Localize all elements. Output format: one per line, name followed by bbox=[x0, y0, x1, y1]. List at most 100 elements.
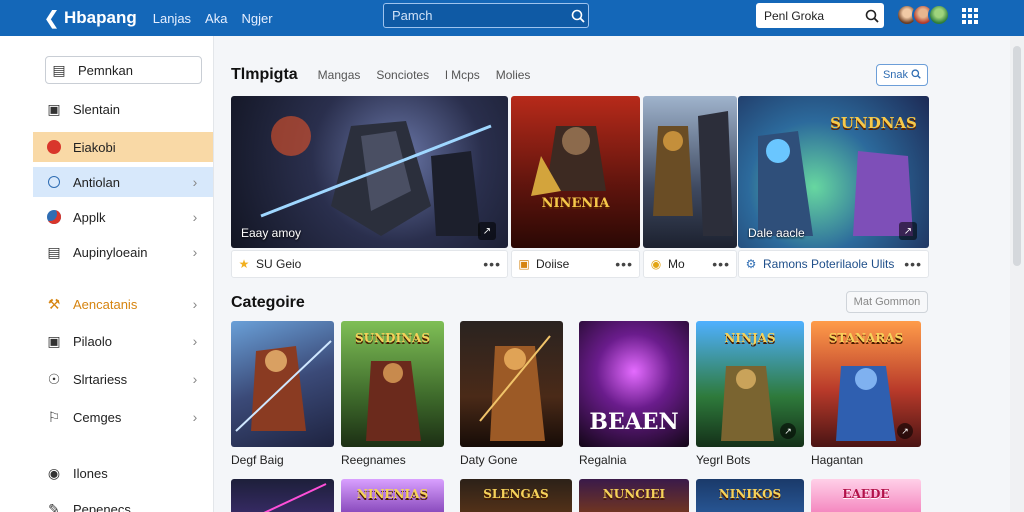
featured-card[interactable]: NINENIA bbox=[511, 96, 640, 248]
nav-link[interactable]: Lanjas bbox=[153, 11, 191, 26]
scrollbar-thumb[interactable] bbox=[1013, 46, 1021, 266]
category-card[interactable]: NUNCIEI bbox=[579, 479, 689, 512]
featured-card[interactable]: Eaay amoy ↗ bbox=[231, 96, 508, 248]
category-title: BEAEN bbox=[589, 409, 679, 435]
search-chip-button[interactable]: Snak bbox=[876, 64, 928, 86]
sidebar-item-label: Slentain bbox=[73, 101, 120, 117]
brand[interactable]: ❮ Hbapang bbox=[44, 8, 137, 29]
avatar-group[interactable] bbox=[896, 4, 950, 26]
category-card[interactable]: EAEDE bbox=[811, 479, 921, 512]
featured-card[interactable]: SUNDNAS Dale aacle ↗ bbox=[738, 96, 929, 248]
search-input[interactable] bbox=[384, 4, 568, 27]
tab-active[interactable]: Tlmpigta bbox=[231, 66, 298, 84]
category-artwork-icon bbox=[235, 340, 332, 432]
sidebar-item-label: Eiakobi bbox=[73, 139, 116, 155]
search-icon[interactable] bbox=[860, 9, 884, 23]
category-card[interactable] bbox=[231, 321, 334, 447]
sidebar-item-active[interactable]: Eiakobi bbox=[33, 132, 213, 162]
sidebar-item[interactable]: ✎ Pepenecs bbox=[33, 494, 213, 512]
radio-icon: ☉ bbox=[47, 370, 61, 387]
scrollbar[interactable] bbox=[1010, 36, 1024, 512]
apps-grid-icon[interactable] bbox=[962, 8, 978, 24]
expand-icon[interactable]: ↗ bbox=[897, 423, 913, 439]
sidebar-item[interactable]: ▣ Slentain bbox=[33, 94, 213, 124]
featured-caption: Dale aacle bbox=[748, 226, 805, 240]
category-card[interactable]: NINENIAS bbox=[341, 479, 444, 512]
category-label: Reegnames bbox=[341, 453, 406, 467]
tab[interactable]: Molies bbox=[496, 68, 531, 82]
category-title: NINIKOS bbox=[718, 487, 782, 501]
sidebar-item-label: Cemges bbox=[73, 409, 122, 425]
featured-info-row[interactable]: ⚙ Ramons Poterilaole Ulits ••• bbox=[738, 250, 929, 278]
category-title: SLENGAS bbox=[483, 487, 549, 501]
menu-box-icon: ▤ bbox=[52, 61, 66, 78]
sidebar-item[interactable]: ⚐ Cemges › bbox=[33, 402, 213, 432]
avatar[interactable] bbox=[928, 4, 950, 26]
gear-icon: ⚙ bbox=[745, 257, 757, 271]
expand-icon[interactable]: ↗ bbox=[780, 423, 796, 439]
tab[interactable]: Mangas bbox=[318, 68, 361, 82]
more-options-icon[interactable]: ••• bbox=[615, 256, 633, 272]
sidebar: ▤ Pemnkan ▣ Slentain Eiakobi Antiolan › … bbox=[0, 36, 214, 512]
featured-info-label: Ramons Poterilaole Ulits bbox=[763, 257, 895, 271]
category-card[interactable]: BEAEN bbox=[579, 321, 689, 447]
more-button[interactable]: Mat Gommon bbox=[846, 291, 928, 313]
category-label: Hagantan bbox=[811, 453, 864, 467]
sidebar-item[interactable]: ▤ Pemnkan bbox=[45, 56, 202, 84]
category-card[interactable] bbox=[460, 321, 563, 447]
nav-link[interactable]: Ngjer bbox=[241, 11, 272, 26]
category-label: Daty Gone bbox=[460, 453, 518, 467]
expand-icon[interactable]: ↗ bbox=[478, 222, 496, 240]
featured-info-row[interactable]: ◉ Mo ••• bbox=[643, 250, 737, 278]
chevron-right-icon: › bbox=[192, 296, 198, 312]
chevron-right-icon: › bbox=[192, 371, 198, 387]
more-options-icon[interactable]: ••• bbox=[483, 256, 501, 272]
sidebar-item-label: Ilones bbox=[73, 465, 108, 481]
featured-info-row[interactable]: ▣ Doiise ••• bbox=[511, 250, 640, 278]
coin-icon: ◉ bbox=[650, 257, 662, 271]
pen-icon: ✎ bbox=[48, 500, 60, 512]
sidebar-item[interactable]: ▣ Pilaolo › bbox=[33, 326, 213, 356]
chevron-right-icon: › bbox=[192, 244, 198, 260]
sidebar-item[interactable]: Applk › bbox=[33, 202, 213, 232]
category-title: NINENIAS bbox=[356, 487, 429, 501]
sidebar-item-selected[interactable]: Antiolan › bbox=[33, 167, 213, 197]
section-title: Categoire bbox=[231, 294, 305, 311]
category-card[interactable]: SUNDINAS bbox=[341, 321, 444, 447]
expand-icon[interactable]: ↗ bbox=[899, 222, 917, 240]
nav-links: Lanjas Aka Ngjer bbox=[153, 11, 273, 26]
category-card[interactable]: SLENGAS bbox=[460, 479, 572, 512]
category-card[interactable]: NINIKOS bbox=[696, 479, 804, 512]
chevron-right-icon: › bbox=[192, 409, 198, 425]
nav-link[interactable]: Aka bbox=[205, 11, 227, 26]
more-options-icon[interactable]: ••• bbox=[904, 256, 922, 272]
sidebar-item-label: Slrtariess bbox=[73, 371, 128, 387]
sidebar-item[interactable]: ◉ Ilones bbox=[33, 458, 213, 488]
category-artwork-icon bbox=[366, 361, 421, 441]
featured-info-label: Mo bbox=[668, 257, 685, 271]
category-card[interactable]: STANARAS ↗ bbox=[811, 321, 921, 447]
featured-info-row[interactable]: ★ SU Geio ••• bbox=[231, 250, 508, 278]
category-artwork-icon bbox=[263, 483, 327, 512]
tab[interactable]: l Mcps bbox=[445, 68, 480, 82]
tab[interactable]: Sonciotes bbox=[376, 68, 429, 82]
more-options-icon[interactable]: ••• bbox=[712, 256, 730, 272]
sidebar-item[interactable]: ⚒ Aencatanis › bbox=[33, 289, 213, 319]
category-title: NUNCIEI bbox=[602, 487, 666, 501]
sidebar-item[interactable]: ☉ Slrtariess › bbox=[33, 364, 213, 394]
search-icon[interactable] bbox=[568, 9, 588, 23]
user-search-text: Penl Groka bbox=[764, 8, 825, 23]
sidebar-item[interactable]: ▤ Aupinyloeain › bbox=[33, 237, 213, 267]
category-card[interactable] bbox=[231, 479, 334, 512]
game-icon bbox=[45, 138, 63, 156]
window-icon: ▤ bbox=[47, 243, 61, 260]
user-search-box[interactable]: Penl Groka bbox=[756, 3, 884, 28]
back-chevron-icon[interactable]: ❮ bbox=[44, 8, 62, 29]
category-card[interactable]: NINJAS ↗ bbox=[696, 321, 804, 447]
sidebar-item-label: Antiolan bbox=[73, 174, 120, 190]
search-icon bbox=[911, 68, 921, 82]
featured-info-label: Doiise bbox=[536, 257, 570, 271]
category-artwork-icon bbox=[479, 335, 551, 441]
featured-info-label: SU Geio bbox=[256, 257, 302, 271]
featured-card[interactable] bbox=[643, 96, 737, 248]
